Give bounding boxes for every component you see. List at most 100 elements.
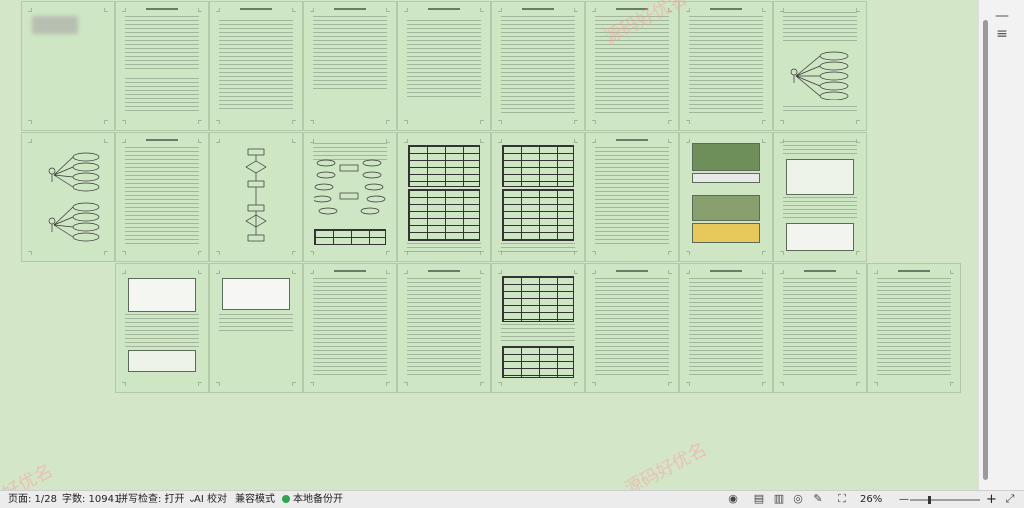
page-thumbnail-er[interactable] bbox=[304, 133, 396, 261]
text-lines bbox=[877, 278, 951, 376]
page-corner-mark bbox=[122, 8, 126, 12]
page-corner-mark bbox=[686, 120, 690, 124]
page-thumbnail-text[interactable] bbox=[868, 264, 960, 392]
outline-view-icon[interactable]: ▥ bbox=[773, 493, 785, 505]
zoom-slider-knob[interactable] bbox=[928, 496, 931, 504]
text-lines bbox=[783, 197, 857, 221]
page-thumbnail-text[interactable] bbox=[586, 133, 678, 261]
page-thumbnail-table2[interactable] bbox=[492, 264, 584, 392]
web-view-icon[interactable]: ◎ bbox=[792, 493, 804, 505]
page-corner-mark bbox=[104, 139, 108, 143]
table-block bbox=[502, 276, 574, 322]
page-thumbnail-abstract[interactable] bbox=[116, 2, 208, 130]
image-block bbox=[692, 173, 760, 183]
page-corner-mark bbox=[216, 120, 220, 124]
page-thumbnail-screens3[interactable] bbox=[210, 264, 302, 392]
page-corner-mark bbox=[574, 270, 578, 274]
page-thumbnail-text[interactable] bbox=[116, 133, 208, 261]
zoom-out-button[interactable]: — bbox=[899, 491, 909, 508]
expand-icon[interactable]: ⤢ bbox=[1004, 493, 1016, 505]
image-block bbox=[692, 223, 760, 243]
diagram-block bbox=[314, 159, 386, 215]
page-thumbnail-intro[interactable] bbox=[398, 2, 490, 130]
page-corner-mark bbox=[292, 139, 296, 143]
text-lines bbox=[219, 20, 293, 112]
vertical-scroll-panel: — ≡ bbox=[978, 0, 1024, 490]
page-corner-mark bbox=[386, 251, 390, 255]
page-thumbnail-text[interactable] bbox=[680, 2, 772, 130]
page-thumbnail-usecase2[interactable] bbox=[22, 133, 114, 261]
page-thumbnail-photos[interactable] bbox=[680, 133, 772, 261]
page-thumbnail-usecase[interactable] bbox=[774, 2, 866, 130]
page-corner-mark bbox=[686, 270, 690, 274]
page-corner-mark bbox=[404, 270, 408, 274]
page-corner-mark bbox=[104, 251, 108, 255]
page-thumbnail-text[interactable] bbox=[304, 264, 396, 392]
zoom-slider[interactable] bbox=[910, 496, 980, 504]
page-corner-mark bbox=[856, 270, 860, 274]
page-corner-mark bbox=[310, 120, 314, 124]
page-indicator[interactable]: 页面: 1/28 bbox=[8, 491, 57, 508]
document-page-overview[interactable] bbox=[0, 0, 978, 490]
scrollbar-track[interactable] bbox=[983, 20, 989, 480]
zoom-in-button[interactable]: + bbox=[986, 491, 997, 508]
page-corner-mark bbox=[216, 382, 220, 386]
page-corner-mark bbox=[498, 120, 502, 124]
table-block bbox=[408, 145, 480, 187]
page-corner-mark bbox=[574, 120, 578, 124]
local-backup-button[interactable]: 本地备份开 bbox=[282, 491, 343, 508]
scrollbar-thumb[interactable] bbox=[983, 20, 988, 480]
page-thumbnail-text[interactable] bbox=[398, 264, 490, 392]
spell-check-toggle[interactable]: 拼写检查: 打开 ⌄ bbox=[118, 491, 196, 508]
table-block bbox=[502, 189, 574, 241]
status-bar: 页面: 1/28 字数: 10941 拼写检查: 打开 ⌄ AI 校对 兼容模式… bbox=[0, 490, 1024, 508]
page-corner-mark bbox=[386, 270, 390, 274]
page-corner-mark bbox=[480, 8, 484, 12]
page-corner-mark bbox=[404, 8, 408, 12]
page-corner-mark bbox=[874, 382, 878, 386]
page-corner-mark bbox=[762, 8, 766, 12]
table-block bbox=[408, 189, 480, 241]
fit-screen-icon[interactable]: ⛶ bbox=[836, 493, 848, 505]
minus-icon[interactable]: — bbox=[987, 8, 1017, 24]
page-corner-mark bbox=[198, 382, 202, 386]
page-thumbnail-toc[interactable] bbox=[210, 2, 302, 130]
page-corner-mark bbox=[592, 270, 596, 274]
ai-proofread-button[interactable]: AI 校对 bbox=[194, 491, 227, 508]
page-thumbnail-table[interactable] bbox=[398, 133, 490, 261]
page-corner-mark bbox=[668, 382, 672, 386]
page-corner-mark bbox=[480, 270, 484, 274]
pen-icon[interactable]: ✎ bbox=[812, 493, 824, 505]
image-block bbox=[128, 278, 196, 312]
page-corner-mark bbox=[292, 8, 296, 12]
page-thumbnail-screens[interactable] bbox=[774, 133, 866, 261]
page-corner-mark bbox=[856, 120, 860, 124]
page-thumbnail-text[interactable] bbox=[774, 264, 866, 392]
image-block bbox=[692, 143, 760, 171]
page-thumbnail-cover[interactable] bbox=[22, 2, 114, 130]
page-view-icon[interactable]: ▤ bbox=[753, 493, 765, 505]
menu-icon[interactable]: ≡ bbox=[987, 26, 1017, 42]
page-thumbnail-text[interactable] bbox=[680, 264, 772, 392]
eye-icon[interactable]: ◉ bbox=[727, 493, 739, 505]
page-thumbnail-toc2[interactable] bbox=[304, 2, 396, 130]
page-thumbnail-text[interactable] bbox=[586, 264, 678, 392]
page-corner-mark bbox=[574, 8, 578, 12]
page-thumbnail-screens2[interactable] bbox=[116, 264, 208, 392]
page-thumbnail-text[interactable] bbox=[492, 2, 584, 130]
page-corner-mark bbox=[104, 120, 108, 124]
page-corner-mark bbox=[762, 120, 766, 124]
text-lines bbox=[689, 16, 763, 114]
page-corner-mark bbox=[104, 8, 108, 12]
page-thumbnail-flowchart[interactable] bbox=[210, 133, 302, 261]
page-thumbnail-table[interactable] bbox=[492, 133, 584, 261]
page-corner-mark bbox=[292, 382, 296, 386]
page-corner-mark bbox=[310, 251, 314, 255]
page-corner-mark bbox=[122, 270, 126, 274]
page-corner-mark bbox=[762, 270, 766, 274]
word-count[interactable]: 字数: 10941 bbox=[62, 491, 120, 508]
page-corner-mark bbox=[762, 251, 766, 255]
zoom-level[interactable]: 26% bbox=[860, 491, 882, 508]
heading-line bbox=[616, 139, 648, 141]
image-block bbox=[692, 195, 760, 221]
